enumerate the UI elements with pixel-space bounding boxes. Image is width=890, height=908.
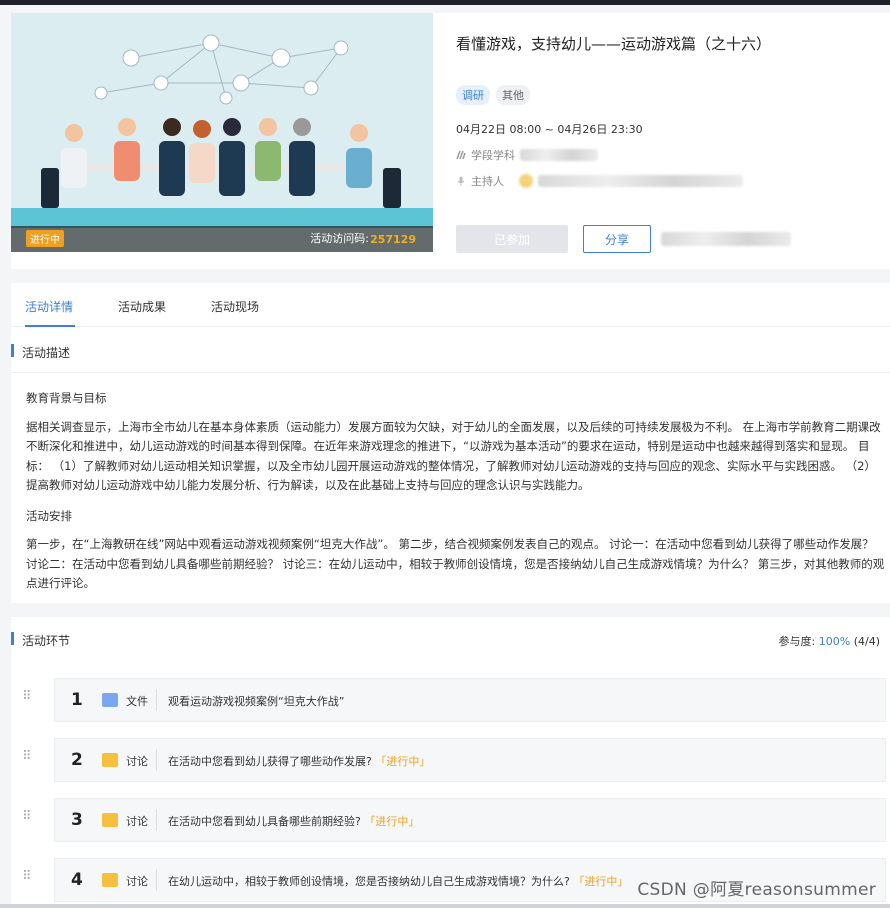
access-code-label: 活动访问码: [310,232,369,245]
description-header: 活动描述 [11,327,890,373]
arrangement-heading: 活动安排 [26,508,72,523]
step-text: 观看运动游戏视频案例“坦克大作战” [168,695,345,708]
host-row: 主持人 [456,173,743,189]
arrangement-paragraph: 第一步，在“上海教研在线”网站中观看运动游戏视频案例“坦克大作战”。 第二步，结… [26,537,885,590]
activity-header: 进行中 活动访问码: 257129 看懂游戏，支持幼儿——运动游戏篇（之十六） … [11,13,890,269]
share-button[interactable]: 分享 [583,225,651,253]
meeting-illustration [11,13,433,252]
step-type: 文件 [126,695,148,708]
tag-survey: 调研 [456,85,490,105]
discussion-icon [102,813,118,827]
step-row[interactable]: ⠿ 1 文件 观看运动游戏视频案例“坦克大作战” [22,678,886,722]
step-text: 在幼儿运动中，相较于教师创设情境，您是否接纳幼儿自己生成游戏情境？为什么? 「进… [168,875,629,888]
step-type: 讨论 [126,815,148,828]
step-row[interactable]: ⠿ 2 讨论 在活动中您看到幼儿获得了哪些动作发展? 「进行中」 [22,738,886,782]
activity-time: 04月22日 08:00 ~ 04月26日 23:30 [456,123,643,136]
discussion-icon [102,873,118,887]
access-code-value: 257129 [370,233,416,246]
tab-bar: 活动详情 活动成果 活动现场 [11,283,890,327]
participants-redacted [661,232,791,246]
divider [156,689,157,711]
host-avatar [519,174,533,188]
bottom-strip [0,904,890,908]
stage-subject-row: 学段学科 [456,147,598,163]
participation-percent: 100% [818,635,851,648]
step-type: 讨论 [126,755,148,768]
step-number: 1 [71,690,83,710]
activity-description-panel: 活动描述 教育背景与目标 据相关调查显示，上海市全市幼儿在基本身体素质（运动能力… [11,327,890,603]
top-bar [0,0,890,5]
divider [156,749,157,771]
step-number: 4 [71,870,83,890]
tag-list: 调研 其他 [456,85,530,105]
tab-activity-details[interactable]: 活动详情 [25,298,73,315]
cover-image: 进行中 活动访问码: 257129 [11,13,433,252]
background-paragraph: 据相关调查显示，上海市全市幼儿在基本身体素质（运动能力）发展方面较为欠缺，对于幼… [26,419,881,493]
section-accent-bar [11,632,14,645]
status-badge: 进行中 [26,230,64,247]
tab-activity-results[interactable]: 活动成果 [118,298,166,315]
activity-title: 看懂游戏，支持幼儿——运动游戏篇（之十六） [456,35,772,53]
participation-rate: 参与度: 100% (4/4) [779,633,880,649]
step-type: 讨论 [126,875,148,888]
participation-count: (4/4) [853,635,880,648]
stage-label: 学段学科 [471,149,515,162]
host-label: 主持人 [471,175,504,188]
discussion-icon [102,753,118,767]
divider [156,869,157,891]
microphone-icon [457,176,465,186]
participation-label: 参与度: [778,635,816,648]
step-row[interactable]: ⠿ 3 讨论 在活动中您看到幼儿具备哪些前期经验? 「进行中」 [22,798,886,842]
host-name-redacted [538,175,743,187]
drag-handle-icon[interactable]: ⠿ [22,810,32,829]
step-status: 「进行中」 [375,755,431,768]
stage-value-redacted [520,149,598,161]
description-body: 教育背景与目标 据相关调查显示，上海市全市幼儿在基本身体素质（运动能力）发展方面… [26,389,886,605]
section-accent-bar [11,344,14,357]
tag-other: 其他 [496,85,530,105]
stage-icon [456,150,466,160]
step-number: 2 [71,750,83,770]
step-text: 在活动中您看到幼儿具备哪些前期经验? 「进行中」 [168,815,420,828]
drag-handle-icon[interactable]: ⠿ [22,750,32,769]
drag-handle-icon[interactable]: ⠿ [22,690,32,709]
steps-title: 活动环节 [22,634,71,648]
description-title: 活动描述 [22,346,71,360]
step-number: 3 [71,810,83,830]
step-text: 在活动中您看到幼儿获得了哪些动作发展? 「进行中」 [168,755,431,768]
divider [156,809,157,831]
background-heading: 教育背景与目标 [26,391,107,405]
csdn-watermark: CSDN @阿夏reasonsummer [637,880,876,900]
step-status: 「进行中」 [364,815,420,828]
drag-handle-icon[interactable]: ⠿ [22,870,32,889]
step-status: 「进行中」 [573,875,629,888]
file-icon [102,693,118,707]
tab-activity-live[interactable]: 活动现场 [211,298,259,315]
joined-button[interactable]: 已参加 [456,225,568,253]
activity-steps-panel: 活动环节 参与度: 100% (4/4) ⠿ 1 文件 观看运动游戏视频案例“坦… [11,617,890,908]
